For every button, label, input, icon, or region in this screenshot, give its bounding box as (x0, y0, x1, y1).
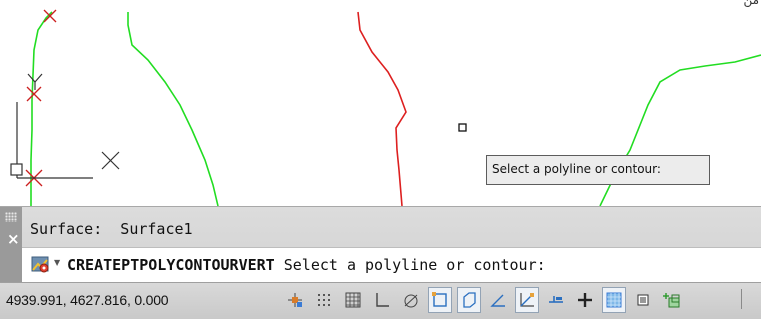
contour-line-middle[interactable] (127, 12, 219, 206)
vertex-marker-top (43, 9, 57, 23)
close-icon[interactable]: × (7, 232, 20, 247)
ucs-icon (10, 73, 120, 179)
transparency-icon[interactable] (602, 287, 626, 313)
corner-text: من (743, 0, 759, 7)
dynamic-ucs-icon[interactable] (515, 287, 539, 313)
coordinate-readout[interactable]: 4939.991, 4627.816, 0.000 (6, 292, 169, 308)
command-prompt: Select a polyline or contour: (283, 256, 546, 274)
show-lineweight-icon[interactable] (573, 287, 597, 313)
infer-constraints-icon[interactable] (283, 287, 307, 313)
3d-object-snap-icon[interactable] (457, 287, 481, 313)
quick-properties-icon[interactable] (631, 287, 655, 313)
status-bar: 4939.991, 4627.816, 0.000 (0, 282, 761, 319)
status-separator (741, 289, 742, 309)
command-window[interactable]: × Surface: Surface1 ▼ CREATEPTPOLYCONTOU… (0, 206, 761, 283)
contour-line-red[interactable] (357, 11, 407, 206)
grid-display-icon[interactable] (341, 287, 365, 313)
snap-mode-icon[interactable] (312, 287, 336, 313)
civil3d-command-icon[interactable] (31, 255, 51, 275)
object-snap-icon[interactable] (428, 287, 452, 313)
object-snap-tracking-icon[interactable] (486, 287, 510, 313)
drawing-area[interactable]: من Select a polyline or contour: (0, 0, 761, 206)
grip-handle-icon[interactable] (5, 212, 17, 222)
polar-tracking-icon[interactable] (399, 287, 423, 313)
command-text[interactable]: CREATEPTPOLYCONTOURVERT Select a polylin… (67, 256, 546, 274)
pickbox-cursor-icon (458, 123, 467, 132)
command-menu-chevron-icon[interactable]: ▼ (54, 258, 60, 267)
selection-cycling-icon[interactable] (660, 287, 684, 313)
ortho-mode-icon[interactable] (370, 287, 394, 313)
command-history-line: Surface: Surface1 (30, 220, 193, 238)
selection-tooltip: Select a polyline or contour: (486, 155, 710, 185)
command-name: CREATEPTPOLYCONTOURVERT (67, 256, 275, 274)
command-window-grip[interactable]: × (0, 207, 22, 283)
contour-line-left[interactable] (30, 11, 53, 206)
command-input-line[interactable]: ▼ CREATEPTPOLYCONTOURVERT Select a polyl… (22, 247, 761, 282)
vertex-marker-mid (26, 86, 42, 102)
dynamic-input-icon[interactable] (544, 287, 568, 313)
